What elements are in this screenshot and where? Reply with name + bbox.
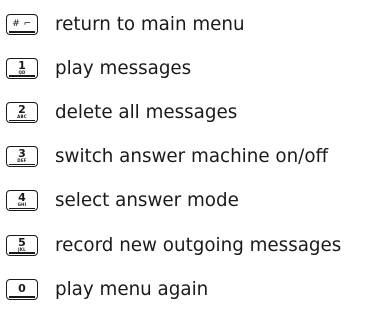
key-2-icon: 2 ABC <box>6 101 38 123</box>
answer-machine-menu: # ⌐ return to main menu 1 QD play messag… <box>6 2 368 311</box>
menu-item-record-outgoing: 5 JKL record new outgoing messages <box>6 223 368 267</box>
menu-item-label: select answer mode <box>55 190 239 212</box>
menu-item-delete-all: 2 ABC delete all messages <box>6 90 368 134</box>
menu-item-label: play messages <box>55 57 192 79</box>
menu-item-label: switch answer machine on/off <box>55 146 329 168</box>
menu-item-label: return to main menu <box>55 13 245 35</box>
menu-item-return-main-menu: # ⌐ return to main menu <box>6 2 368 46</box>
key-0-icon: 0 <box>6 278 38 300</box>
menu-item-play-menu-again: 0 play menu again <box>6 267 368 311</box>
key-4-icon: 4 GHI <box>6 190 38 212</box>
menu-item-switch-answer-machine: 3 DEF switch answer machine on/off <box>6 135 368 179</box>
key-3-icon: 3 DEF <box>6 146 38 168</box>
menu-item-label: play menu again <box>55 278 209 300</box>
menu-item-play-messages: 1 QD play messages <box>6 46 368 90</box>
key-1-icon: 1 QD <box>6 57 38 79</box>
menu-item-select-answer-mode: 4 GHI select answer mode <box>6 179 368 223</box>
menu-item-label: delete all messages <box>55 101 238 123</box>
hash-key-icon: # ⌐ <box>6 13 38 35</box>
key-5-icon: 5 JKL <box>6 234 38 256</box>
menu-item-label: record new outgoing messages <box>55 234 342 256</box>
